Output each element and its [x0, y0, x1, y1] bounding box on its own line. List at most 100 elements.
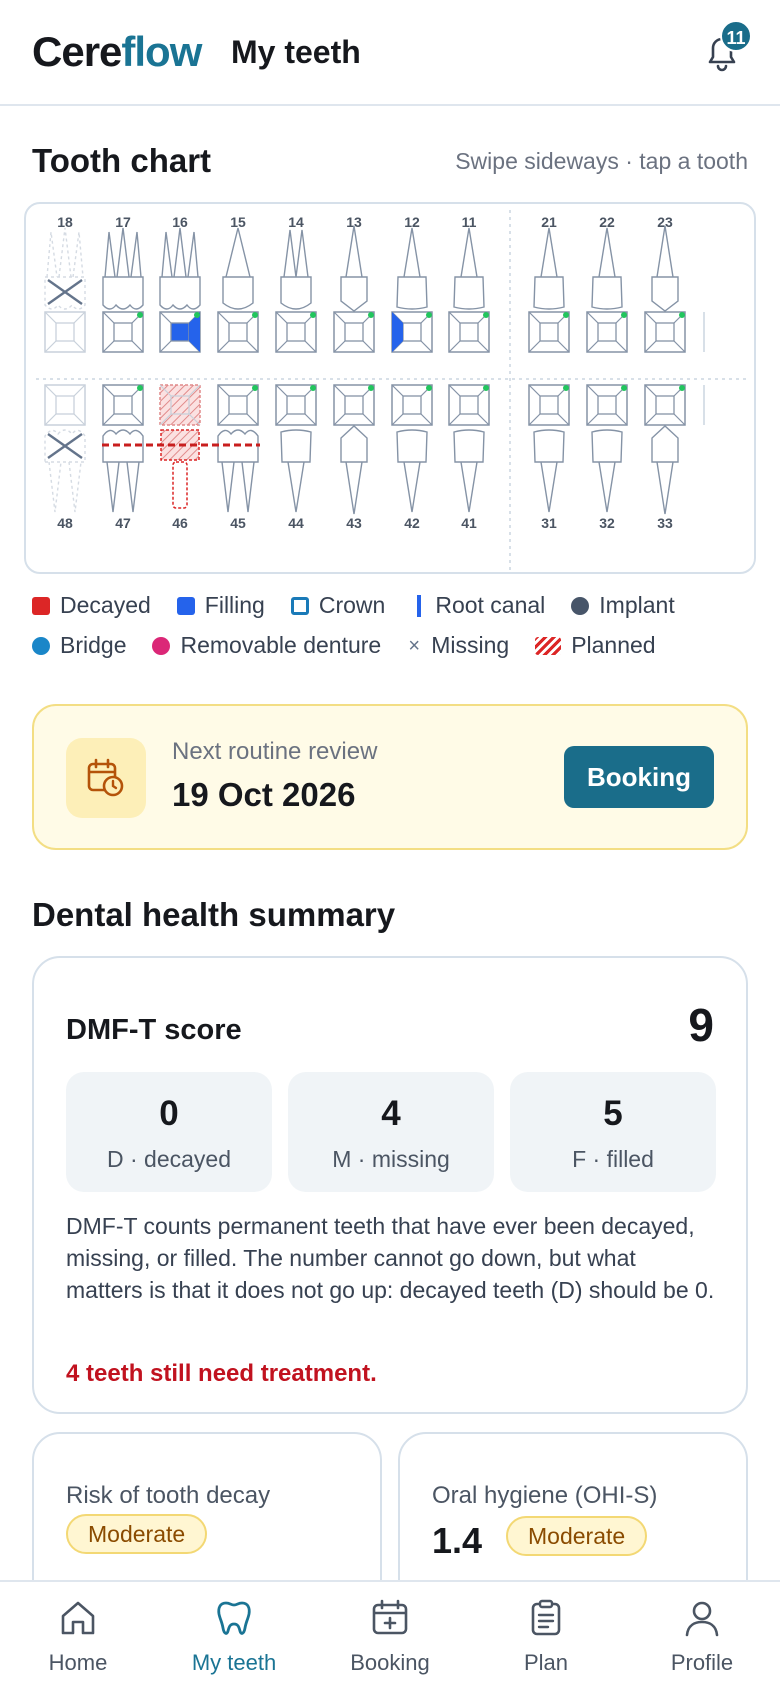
root: [540, 461, 558, 513]
status-dot: [137, 385, 143, 391]
tooth-number: 33: [657, 515, 673, 531]
tooth-occlusal: [102, 311, 144, 353]
legend-label: Missing: [431, 632, 510, 658]
stat-value: 5: [603, 1094, 623, 1133]
treatment-alert: 4 teeth still need treatment.: [66, 1360, 377, 1387]
root: [460, 227, 478, 278]
booking-button[interactable]: Booking: [564, 746, 714, 808]
upper-tooth-shape: [453, 227, 485, 310]
nav-my-teeth[interactable]: My teeth: [156, 1582, 312, 1688]
tooth-occlusal: [44, 384, 86, 426]
occlusal-center: [170, 322, 190, 342]
tooth-number: 22: [599, 214, 615, 230]
tooth-occlusal: [275, 311, 317, 353]
crown: [453, 429, 485, 463]
crown: [651, 276, 679, 312]
nav-booking[interactable]: Booking: [312, 1582, 468, 1688]
tooth-number: 32: [599, 515, 615, 531]
status-dot: [563, 312, 569, 318]
tooth-number: 11: [462, 214, 477, 230]
tooth-occlusal: [644, 311, 686, 353]
review-date: 19 Oct 2026: [172, 776, 356, 813]
root: [221, 461, 255, 513]
tooth-number: 43: [346, 515, 362, 531]
review-icon-tile: [66, 738, 146, 818]
stat-label: M · missing: [332, 1146, 450, 1172]
root: [161, 227, 199, 278]
tooth-number: 47: [115, 515, 131, 531]
upper-tooth-shape: [651, 225, 679, 312]
tooth-chart-svg[interactable]: 18 17 16 15 14 13 12 11 21 22 2348 47 46 45 44 43 42 41 31…: [26, 204, 756, 574]
tooth-occlusal: [448, 311, 490, 353]
legend-item: Planned: [535, 632, 656, 659]
tooth-occlusal: [586, 311, 628, 353]
legend-swatch: [152, 636, 171, 655]
tooth-number: 16: [172, 214, 188, 230]
legend-swatch: [32, 596, 50, 615]
tooth-number: 17: [115, 214, 131, 230]
notification-badge: 11: [720, 20, 752, 52]
legend-row-1: Decayed Filling Crown Root canal Implant: [32, 592, 762, 619]
tooth-occlusal: [391, 384, 433, 426]
tooth-number: 45: [230, 515, 246, 531]
tooth-number: 44: [288, 515, 304, 531]
nav-home[interactable]: Home: [0, 1582, 156, 1688]
tooth-occlusal: [528, 311, 570, 353]
root: [345, 461, 363, 515]
upper-tooth-shape: [44, 227, 86, 310]
legend-row-2: Bridge Removable denture × Missing Planned: [32, 632, 762, 659]
tooth-chart[interactable]: 18 17 16 15 14 13 12 11 21 22 23 48 47 46 45 44 43 42 41 31…: [24, 202, 756, 574]
app-header: Cereflow My teeth 11: [0, 0, 780, 106]
status-dot: [621, 312, 627, 318]
tooth-number: 41: [461, 515, 477, 531]
lower-tooth-shape: [396, 429, 428, 513]
legend-label: Decayed: [60, 592, 151, 618]
tooth-occlusal: [159, 311, 201, 353]
legend-item: Decayed: [32, 592, 151, 619]
tooth-occlusal: [44, 311, 86, 353]
tooth-occlusal: [586, 384, 628, 426]
tooth-occlusal: [159, 384, 201, 426]
status-dot: [563, 385, 569, 391]
legend-item: Root canal: [411, 592, 545, 619]
nav-label: Plan: [523, 1650, 569, 1675]
root: [287, 461, 305, 513]
dmft-total: 9: [688, 999, 714, 1051]
lower-tooth-shape: [453, 429, 485, 513]
root: [106, 461, 140, 513]
tooth-icon: [217, 1601, 251, 1635]
risk-label: Risk of tooth decay: [66, 1482, 271, 1509]
tooth-occlusal: [217, 311, 259, 353]
crown: [340, 425, 368, 463]
legend-label: Root canal: [435, 592, 546, 618]
status-dot: [426, 385, 432, 391]
root: [345, 225, 363, 278]
upper-tooth-shape: [102, 227, 144, 310]
tooth-occlusal: [333, 384, 375, 426]
lower-tooth-shape: [102, 429, 144, 513]
status-dot: [679, 385, 685, 391]
app-logo[interactable]: Cereflow: [32, 28, 202, 76]
crown: [591, 429, 623, 463]
lower-tooth-shape: [533, 429, 565, 513]
upper-tooth-shape: [533, 227, 565, 310]
root: [540, 227, 558, 278]
status-dot: [426, 312, 432, 318]
nav-profile[interactable]: Profile: [624, 1582, 780, 1688]
root: [656, 461, 674, 515]
status-dot: [679, 312, 685, 318]
tooth-occlusal: [448, 384, 490, 426]
legend-label: Filling: [204, 592, 265, 618]
legend-label: Crown: [318, 592, 386, 618]
legend-label: Planned: [571, 632, 656, 658]
tooth-number: 14: [288, 214, 304, 230]
planned-implant: [172, 461, 188, 509]
nav-plan[interactable]: Plan: [468, 1582, 624, 1688]
legend-item: Bridge: [32, 632, 126, 659]
legend-swatch: ×: [408, 634, 421, 657]
crown: [340, 276, 368, 312]
crown: [102, 276, 144, 310]
tooth-number: 12: [404, 214, 420, 230]
tooth-chart-hint: Swipe sideways · tap a tooth: [455, 148, 748, 174]
tooth-occlusal: [275, 384, 317, 426]
